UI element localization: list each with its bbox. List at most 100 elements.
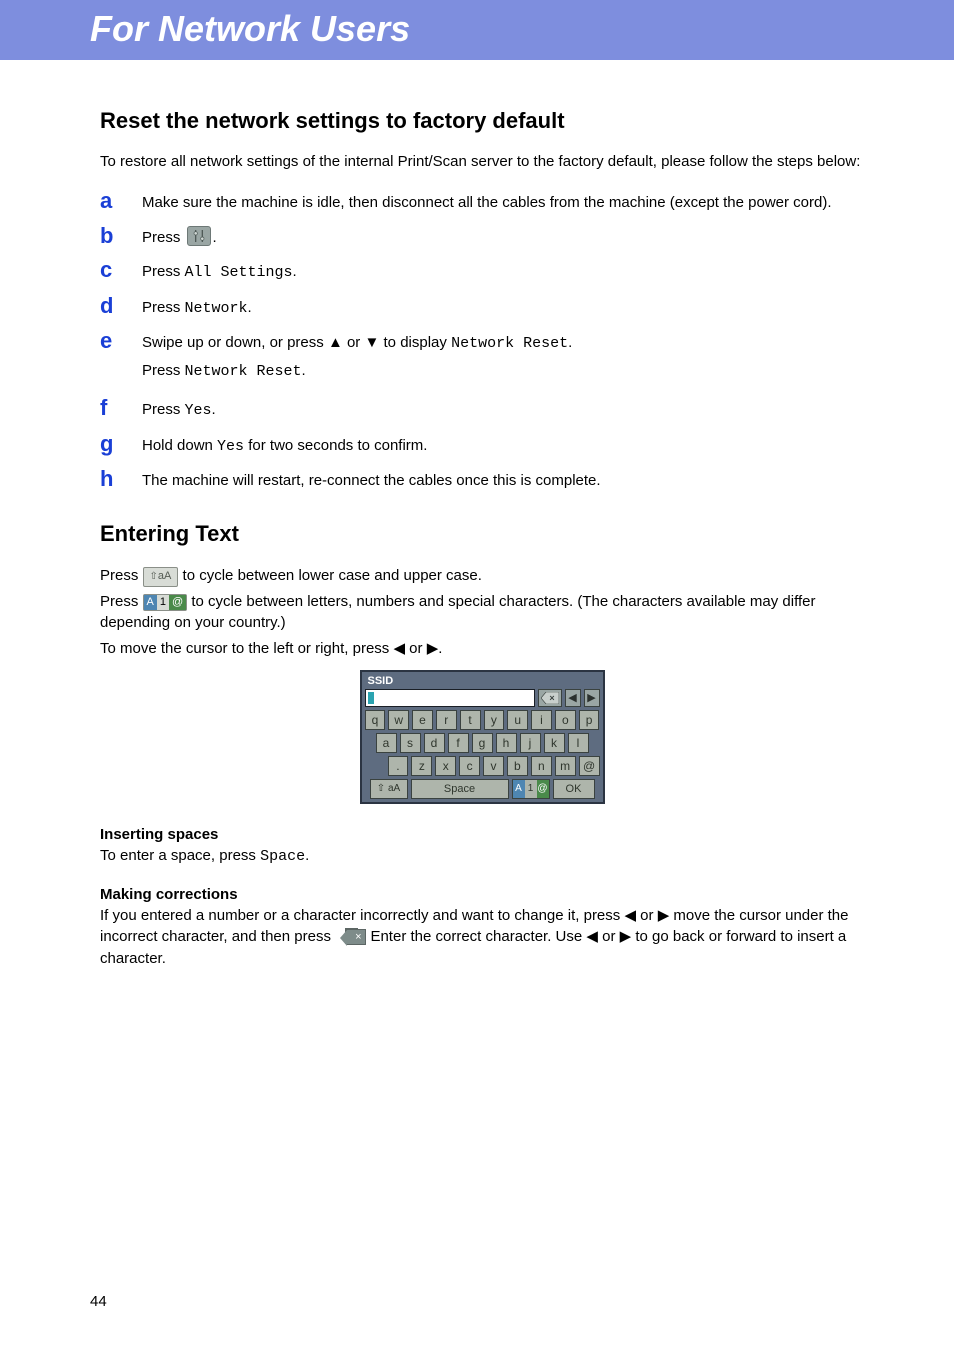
key[interactable]: m xyxy=(555,756,576,776)
key[interactable]: i xyxy=(531,710,552,730)
key[interactable]: e xyxy=(412,710,433,730)
period: . xyxy=(293,263,297,280)
space-key[interactable]: Space xyxy=(411,779,509,799)
step-letter: a xyxy=(100,190,142,212)
text: To move the cursor to the left or right,… xyxy=(100,640,393,657)
step-e: e Swipe up or down, or press ▲ or ▼ to d… xyxy=(100,330,864,387)
step-a: a Make sure the machine is idle, then di… xyxy=(100,190,864,215)
text: To enter a space, press xyxy=(100,847,260,864)
period: . xyxy=(438,640,442,657)
settings-icon xyxy=(187,226,211,246)
key[interactable]: @ xyxy=(579,756,600,776)
step-letter: g xyxy=(100,433,142,455)
key[interactable]: y xyxy=(484,710,505,730)
reset-section-title: Reset the network settings to factory de… xyxy=(100,108,864,134)
keyboard-illustration: SSID × ◀ ▶ q w e r t y xyxy=(100,670,864,804)
x-icon: × xyxy=(355,931,361,943)
step-g: g Hold down Yes for two seconds to confi… xyxy=(100,433,864,459)
step-b: b Press . xyxy=(100,225,864,250)
menu-command: Network xyxy=(185,300,248,317)
key[interactable]: r xyxy=(436,710,457,730)
key[interactable]: x xyxy=(435,756,456,776)
text: to cycle between lower case and upper ca… xyxy=(183,567,482,584)
mode-a: A xyxy=(513,780,525,798)
left-arrow-icon: ◀ xyxy=(624,907,636,924)
key[interactable]: k xyxy=(544,733,565,753)
key[interactable]: j xyxy=(520,733,541,753)
ok-key[interactable]: OK xyxy=(553,779,595,799)
backspace-icon: × xyxy=(343,926,360,948)
mode-key-icon: A1@ xyxy=(143,594,188,611)
key[interactable]: b xyxy=(507,756,528,776)
step-letter: e xyxy=(100,330,142,352)
text: If you entered a number or a character i… xyxy=(100,907,624,924)
mode-a: A xyxy=(144,595,157,610)
text: to display xyxy=(379,334,451,351)
step-letter: b xyxy=(100,225,142,247)
cursor-right-key[interactable]: ▶ xyxy=(584,689,600,707)
menu-command: Network Reset xyxy=(451,335,568,352)
keyboard-input[interactable] xyxy=(365,689,535,707)
step-letter: h xyxy=(100,468,142,490)
shift-label: aA xyxy=(388,783,400,794)
key[interactable]: v xyxy=(483,756,504,776)
entering-p2: Press A1@ to cycle between letters, numb… xyxy=(100,591,864,635)
cursor-left-key[interactable]: ◀ xyxy=(565,689,581,707)
menu-command: Yes xyxy=(217,438,244,455)
or: or xyxy=(636,907,658,924)
press-label: Press xyxy=(142,362,185,379)
step-text: Make sure the machine is idle, then disc… xyxy=(142,194,832,211)
key[interactable]: h xyxy=(496,733,517,753)
svg-text:×: × xyxy=(549,693,554,703)
key[interactable]: f xyxy=(448,733,469,753)
key[interactable]: l xyxy=(568,733,589,753)
key[interactable]: n xyxy=(531,756,552,776)
key[interactable]: s xyxy=(400,733,421,753)
key[interactable]: z xyxy=(411,756,432,776)
reset-intro: To restore all network settings of the i… xyxy=(100,152,864,172)
mode-key[interactable]: A1@ xyxy=(512,779,550,799)
text: for two seconds to confirm. xyxy=(244,437,427,454)
step-letter: f xyxy=(100,397,142,419)
step-h: h The machine will restart, re-connect t… xyxy=(100,468,864,493)
key[interactable]: t xyxy=(460,710,481,730)
left-arrow-icon: ◀ xyxy=(393,640,405,657)
period: . xyxy=(248,299,252,316)
key[interactable]: w xyxy=(388,710,409,730)
reset-steps: a Make sure the machine is idle, then di… xyxy=(100,190,864,493)
right-arrow-icon: ▶ xyxy=(620,928,632,945)
backspace-key[interactable]: × xyxy=(538,689,562,707)
space-command: Space xyxy=(260,848,305,865)
header-banner: For Network Users xyxy=(0,0,954,60)
step-d: d Press Network. xyxy=(100,295,864,321)
keyboard-row-3: ⇧ aA Space A1@ OK xyxy=(365,779,600,799)
down-arrow-icon: ▼ xyxy=(364,334,379,351)
right-arrow-icon: ▶ xyxy=(427,640,439,657)
key[interactable]: . xyxy=(388,756,409,776)
key[interactable]: g xyxy=(472,733,493,753)
key[interactable]: d xyxy=(424,733,445,753)
entering-p3: To move the cursor to the left or right,… xyxy=(100,638,864,660)
mode-1: 1 xyxy=(157,595,169,610)
period: . xyxy=(568,334,572,351)
up-arrow-icon: ▲ xyxy=(328,334,343,351)
keyboard-row-0: q w e r t y u i o p xyxy=(365,710,600,730)
key[interactable]: u xyxy=(507,710,528,730)
key[interactable]: q xyxy=(365,710,386,730)
mode-at: @ xyxy=(537,780,549,798)
key[interactable]: o xyxy=(555,710,576,730)
text: . Enter the correct character. Use xyxy=(362,928,586,945)
shift-key-icon: ⇧aA xyxy=(143,567,179,587)
or: or xyxy=(343,334,365,351)
or: or xyxy=(405,640,427,657)
text: Hold down xyxy=(142,437,217,454)
key[interactable]: a xyxy=(376,733,397,753)
period: . xyxy=(305,847,309,864)
banner-title: For Network Users xyxy=(90,8,954,50)
key[interactable]: c xyxy=(459,756,480,776)
shift-label: aA xyxy=(158,570,171,582)
inserting-spaces-title: Inserting spaces xyxy=(100,826,864,843)
shift-key[interactable]: ⇧ aA xyxy=(370,779,408,799)
period: . xyxy=(302,362,306,379)
key[interactable]: p xyxy=(579,710,600,730)
